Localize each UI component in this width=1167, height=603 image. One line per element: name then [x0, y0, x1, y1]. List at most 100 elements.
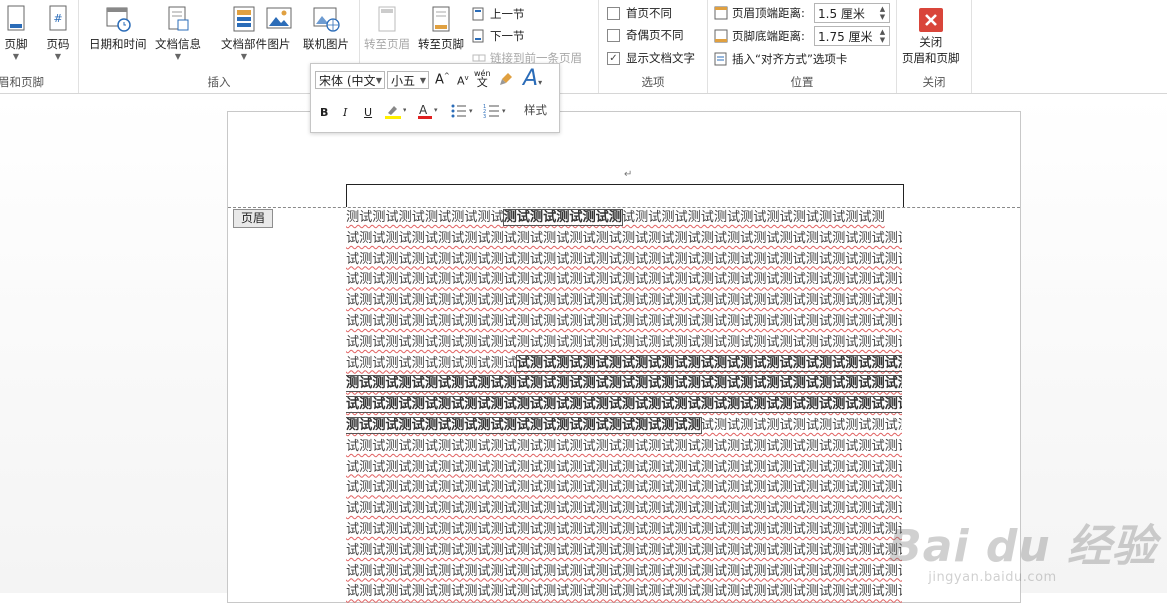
checkmark-icon: ✓ — [607, 51, 620, 65]
text-line[interactable]: 试测试测试测试测试测试测试测试测试测试测试测试测试测试测试测试测试测试测试测试测… — [346, 520, 902, 541]
italic-button[interactable]: I — [343, 106, 347, 119]
text-line[interactable]: 试测试测试测试测试测试测试测试测试测试测试测试测试测试测试测试测试测试测试测试测… — [346, 312, 902, 333]
page-number-label: 页码 — [46, 37, 70, 51]
text-line[interactable]: 试测试测试测试测试测试测试测试测试测试测试测试测试测试测试测试测试测试测试测试测… — [346, 562, 902, 583]
date-time-label: 日期和时间 — [89, 37, 147, 51]
group-label-options: 选项 — [641, 75, 665, 89]
goto-header-icon — [373, 4, 401, 34]
spin-arrows-icon[interactable]: ▲ ▼ — [878, 5, 887, 22]
different-first-page-checkbox[interactable]: 首页不同 — [607, 3, 672, 23]
numbering-button[interactable]: 1 2 3 ▾ — [483, 103, 509, 122]
goto-footer-icon — [427, 4, 455, 34]
text-line[interactable]: 试测试测试测试测试测试测试测试测试测试测试测试测试测试测试测试测试测试测试测试测… — [346, 499, 902, 520]
text-line[interactable]: 试测试测试测试测试测试测试测试测试测试测试测试测试测试测试测试测试测试测试测试测… — [346, 478, 902, 499]
format-painter-button[interactable] — [499, 72, 513, 89]
checkbox-icon — [607, 28, 620, 42]
text-run: 试测试测试测试测试测试测试测试测试测试测试测试测试测试测试测试测试测试测试测试测… — [346, 584, 902, 600]
header-tag: 页眉 — [233, 209, 273, 228]
group-position: 页眉顶端距离: 1.5 厘米 ▲ ▼ 页脚底端距离: 1.75 厘米 ▲ ▼ 插入“… — [708, 0, 897, 93]
prev-section-button[interactable]: 上一节 — [472, 4, 525, 24]
text-line[interactable]: 试测试测试测试测试测试测试测试测试测试测试测试测试测试测试测试测试测试测试测试测… — [346, 250, 902, 271]
svg-text:3: 3 — [483, 114, 486, 119]
text-line[interactable]: 试测试测试测试测试测试测试测试测试测试测试测试测试测试测试测试测试测试测试测试测… — [346, 333, 902, 354]
footer-from-bottom-input[interactable]: 1.75 厘米 ▲ ▼ — [814, 26, 890, 46]
text-line[interactable]: 测试测试测试测试测试测试测试测试测试测试测试测试测试测试测试测试测试测试测试测试… — [346, 208, 902, 229]
text-line[interactable]: 试测试测试测试测试测试测试测试测试测试测试测试测试测试测试测试测试测试测试测试测… — [346, 229, 902, 250]
text-line[interactable]: 测试测试测试测试测试测试测试测试测试测试测试测试测试测试测试测试测试测试测试测试… — [346, 374, 902, 395]
next-section-button[interactable]: 下一节 — [472, 26, 525, 46]
doc-info-button[interactable]: 文档信息 ▼ — [155, 4, 201, 61]
header-from-top-value: 1.5 厘米 — [818, 7, 865, 21]
styles-button[interactable]: A▾ — [523, 66, 542, 91]
text-run: 试测试测试测试测试测试测试测试测试测试测 — [621, 210, 885, 225]
underline-button[interactable]: U — [364, 106, 372, 119]
text-line[interactable]: 试测试测试测试测试测试测试测试测试测试测试测试测试测试测试测试测试测试测试测试测… — [346, 541, 902, 562]
baidu-watermark: Bai du 经验 jingyan.baidu.com — [888, 510, 1157, 585]
prev-section-label: 上一节 — [490, 7, 525, 21]
goto-footer-button[interactable]: 转至页脚 — [418, 4, 464, 52]
grow-font-button[interactable]: A^ — [435, 72, 450, 87]
header-from-top-input[interactable]: 1.5 厘米 ▲ ▼ — [814, 3, 890, 23]
svg-text:A: A — [419, 103, 428, 117]
ribbon: 页脚 ▼ # 页码 ▼ 眉和页脚 日期和时间 文档信息 ▼ 文档部件 ▼ 图片 … — [0, 0, 1167, 94]
goto-footer-label: 转至页脚 — [418, 37, 464, 51]
styles-label: 样式 — [524, 103, 547, 117]
chevron-down-icon: ▼ — [12, 52, 20, 61]
footer-from-bottom-label: 页脚底端距离: — [732, 29, 805, 43]
chevron-down-icon: ▾ — [538, 78, 543, 87]
show-doc-text-checkbox[interactable]: ✓ 显示文档文字 — [607, 48, 695, 68]
font-color-button[interactable]: A ▾ — [417, 103, 439, 122]
font-name-combo[interactable]: 宋体 (中文 ▼ — [315, 71, 385, 89]
goto-header-button[interactable]: 转至页眉 — [364, 4, 410, 52]
body-text[interactable]: 测试测试测试测试测试测试测试测试测试测试测试测试测试测试测试测试测试测试测试测试… — [346, 208, 902, 603]
highlight-button[interactable]: ▾ — [384, 103, 407, 122]
text-run: 试测试测试测试测试测试测试测试测试测试测试测试测试测试测试测试测试测试测试测试测… — [346, 480, 902, 496]
quick-parts-button[interactable]: 文档部件 ▼ — [221, 4, 267, 61]
font-color-icon: A ▾ — [417, 103, 439, 122]
picture-button[interactable]: 图片 — [265, 4, 293, 52]
text-line[interactable]: 试测试测试测试测试测试测试测试测试测试测试测试测试测试测试测试测试测试测试测试测… — [346, 437, 902, 458]
svg-text:▾: ▾ — [403, 106, 406, 114]
close-icon — [918, 8, 943, 32]
bold-button[interactable]: B — [320, 106, 328, 119]
date-time-button[interactable]: 日期和时间 — [89, 4, 147, 52]
quick-parts-label: 文档部件 — [221, 37, 267, 51]
bullets-button[interactable]: ▾ — [450, 103, 474, 122]
text-run: 试测试测试测试测试测试测试测试测试测试测试测试测试测试测试测试测试测试测试测试测… — [346, 563, 902, 579]
footer-from-bottom-value: 1.75 厘米 — [818, 30, 873, 44]
close-header-footer-button[interactable]: 关闭 页眉和页脚 — [902, 8, 960, 66]
close-label-line1: 关闭 — [919, 35, 943, 49]
header-from-top-label-row: 页眉顶端距离: — [714, 3, 805, 23]
doc-info-icon — [164, 4, 192, 34]
text-line[interactable]: 试测试测试测试测试测试测试测试测试测试测试测试测试测试测试测试测试测试测试测试测… — [346, 291, 902, 312]
text-line[interactable]: 试测试测试测试测试测试测试测试测试测试测试测试测试测试测试测试测试测试测试测试测… — [346, 395, 902, 416]
footer-button[interactable]: 页脚 ▼ — [2, 4, 30, 61]
spin-arrows-icon[interactable]: ▲ ▼ — [878, 28, 887, 45]
brush-icon — [499, 73, 513, 89]
text-run: 试测试测试测试测试测试测试测试测试测试测试测试测试测试测试测试测试测试测试测试测… — [346, 542, 902, 558]
header-position-icon — [714, 6, 728, 20]
footer-label: 页脚 — [4, 37, 28, 51]
different-first-page-label: 首页不同 — [626, 6, 672, 20]
numbered-list-icon: 1 2 3 ▾ — [483, 104, 509, 122]
text-line[interactable]: 试测试测试测试测试测试测试测试测试测试测试测试测试测试测试测试测试测试测试测试测… — [346, 270, 902, 291]
footer-position-icon — [714, 29, 728, 43]
goto-header-label: 转至页眉 — [364, 37, 410, 51]
styles-icon: A — [523, 66, 539, 91]
header-border — [346, 184, 904, 207]
text-line[interactable]: 试测试测试测试测试测试测试试测试测试测试测试测试测试测试测试测试测试测试测试测试… — [346, 354, 902, 375]
insert-alignment-tab-button[interactable]: 插入“对齐方式”选项卡 — [714, 49, 847, 69]
chevron-down-icon: ▼ — [419, 76, 426, 85]
font-size-combo[interactable]: 小五 ▼ — [387, 71, 429, 89]
quick-parts-icon — [230, 4, 258, 34]
different-odd-even-checkbox[interactable]: 奇偶页不同 — [607, 25, 684, 45]
picture-label: 图片 — [267, 37, 291, 51]
online-picture-button[interactable]: 联机图片 — [303, 4, 349, 52]
text-line[interactable]: 试测试测试测试测试测试测试测试测试测试测试测试测试测试测试测试测试测试测试测试测… — [346, 458, 902, 479]
text-run: 试测试测试测试测试测试测试测试测试测试测试测试测试测试测试测试测试测试测试测试测… — [346, 334, 902, 350]
text-line[interactable]: 测试测试测试测试测试测试测试测试测试测试测试测试测试测试测试测试测试测试测试测试… — [346, 416, 902, 437]
page-number-button[interactable]: # 页码 ▼ — [44, 4, 72, 61]
svg-text:▾: ▾ — [434, 106, 438, 114]
shrink-font-button[interactable]: Av — [457, 74, 469, 88]
phonetic-guide-button[interactable]: wén 文 — [474, 69, 491, 88]
